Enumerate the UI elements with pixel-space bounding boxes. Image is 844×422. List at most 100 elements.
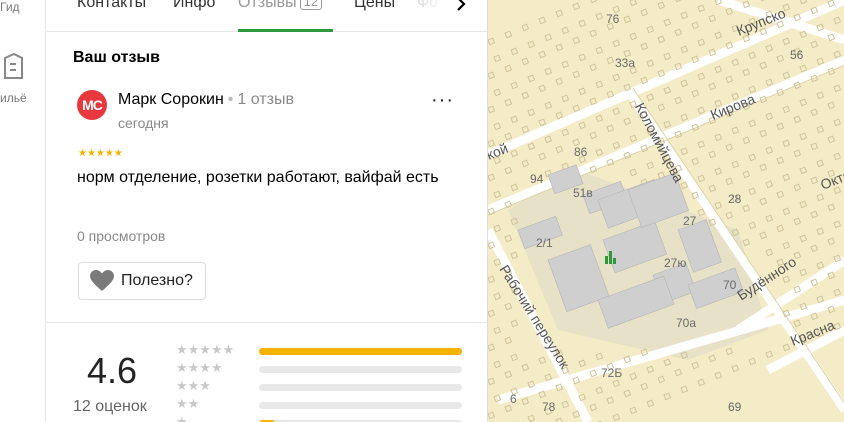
- more-options-icon[interactable]: ···: [431, 90, 454, 110]
- house-outline: [799, 30, 808, 39]
- house-outline: [488, 275, 496, 284]
- house-outline: [555, 43, 564, 52]
- house-outline: [827, 305, 836, 314]
- house-outline: [816, 193, 825, 202]
- house-outline: [714, 167, 723, 176]
- house-outline: [833, 152, 842, 161]
- house-outline: [759, 197, 768, 206]
- rating-row-stars: ★★: [176, 396, 200, 411]
- house-outline: [510, 183, 519, 192]
- house-outline: [827, 271, 836, 280]
- house-outline: [799, 234, 808, 243]
- house-outline: [663, 358, 672, 367]
- avatar[interactable]: MC: [77, 90, 107, 120]
- helpful-button[interactable]: Полезно?: [78, 262, 206, 300]
- map-canvas[interactable]: [488, 0, 844, 422]
- house-outline: [799, 200, 808, 209]
- house-outline: [827, 203, 836, 212]
- house-outline: [782, 173, 791, 182]
- tab-info[interactable]: Инфо: [173, 0, 215, 12]
- house-number: 86: [574, 145, 588, 159]
- house-outline: [504, 98, 513, 107]
- house-outline: [612, 413, 621, 422]
- house-outline: [640, 382, 649, 391]
- house-outline: [589, 63, 598, 72]
- heart-icon: [90, 270, 114, 291]
- house-outline: [663, 392, 672, 401]
- rating-row-fill: [259, 348, 462, 355]
- house-outline: [578, 19, 587, 28]
- house-outline: [521, 159, 530, 168]
- house-number: 69: [728, 400, 742, 414]
- house-outline: [708, 150, 717, 159]
- house-outline: [595, 386, 604, 395]
- tab-reviews[interactable]: Отзывы 12: [238, 0, 323, 12]
- house-outline: [793, 251, 802, 260]
- house-outline: [810, 142, 819, 151]
- tab-contacts[interactable]: Контакты: [77, 0, 146, 12]
- tab-prices[interactable]: Цены: [354, 0, 395, 12]
- house-outline: [827, 135, 836, 144]
- house-outline: [493, 224, 502, 233]
- house-outline: [759, 129, 768, 138]
- house-outline: [504, 404, 513, 413]
- house-outline: [488, 173, 496, 182]
- house-outline: [561, 400, 570, 409]
- house-outline: [606, 396, 615, 405]
- rail-guide-label[interactable]: Гид: [0, 0, 20, 14]
- house-outline: [725, 177, 734, 186]
- house-outline: [765, 78, 774, 87]
- house-outline: [612, 39, 621, 48]
- tab-bar: Контакты Инфо Отзывы12 Цены Фо: [47, 0, 487, 32]
- house-outline: [793, 149, 802, 158]
- house-outline: [521, 91, 530, 100]
- rating-row-track: [259, 366, 462, 373]
- house-outline: [640, 8, 649, 17]
- house-outline: [629, 32, 638, 41]
- house-outline: [572, 410, 581, 419]
- house-outline: [782, 37, 791, 46]
- house-outline: [646, 161, 655, 170]
- house-outline: [640, 42, 649, 51]
- house-outline: [572, 70, 581, 79]
- house-outline: [629, 134, 638, 143]
- house-outline: [680, 181, 689, 190]
- house-outline: [640, 76, 649, 85]
- house-outline: [691, 89, 700, 98]
- house-outline: [833, 118, 842, 127]
- map[interactable]: 76 33а 56 86 94 51в 28 27 2/1 27ю 70 70а…: [487, 0, 844, 422]
- house-outline: [748, 51, 757, 60]
- house-outline: [521, 125, 530, 134]
- house-outline: [748, 187, 757, 196]
- tabs-fade: [407, 0, 455, 28]
- house-outline: [646, 365, 655, 374]
- house-outline: [742, 68, 751, 77]
- rail-housing-label[interactable]: ильё: [0, 91, 27, 105]
- house-outline: [612, 107, 621, 116]
- house-outline: [674, 28, 683, 37]
- house-outline: [488, 309, 496, 318]
- house-outline: [612, 379, 621, 388]
- author-name[interactable]: Марк Сорокин: [118, 91, 224, 108]
- house-outline: [691, 55, 700, 64]
- house-outline: [714, 201, 723, 210]
- house-outline: [816, 159, 825, 168]
- house-outline: [674, 96, 683, 105]
- house-outline: [793, 115, 802, 124]
- house-outline: [493, 360, 502, 369]
- house-number: 72Б: [601, 366, 623, 380]
- house-outline: [799, 302, 808, 311]
- house-outline: [510, 353, 519, 362]
- house-outline: [538, 50, 547, 59]
- house-outline: [810, 312, 819, 321]
- building-icon[interactable]: [2, 52, 24, 80]
- rating-row-track: [259, 384, 462, 391]
- house-outline: [657, 1, 666, 10]
- house-outline: [589, 403, 598, 412]
- chevron-right-icon[interactable]: [455, 0, 467, 17]
- house-outline: [657, 69, 666, 78]
- house-outline: [629, 0, 638, 7]
- house-outline: [691, 21, 700, 30]
- house-outline: [827, 101, 836, 110]
- house-outline: [589, 29, 598, 38]
